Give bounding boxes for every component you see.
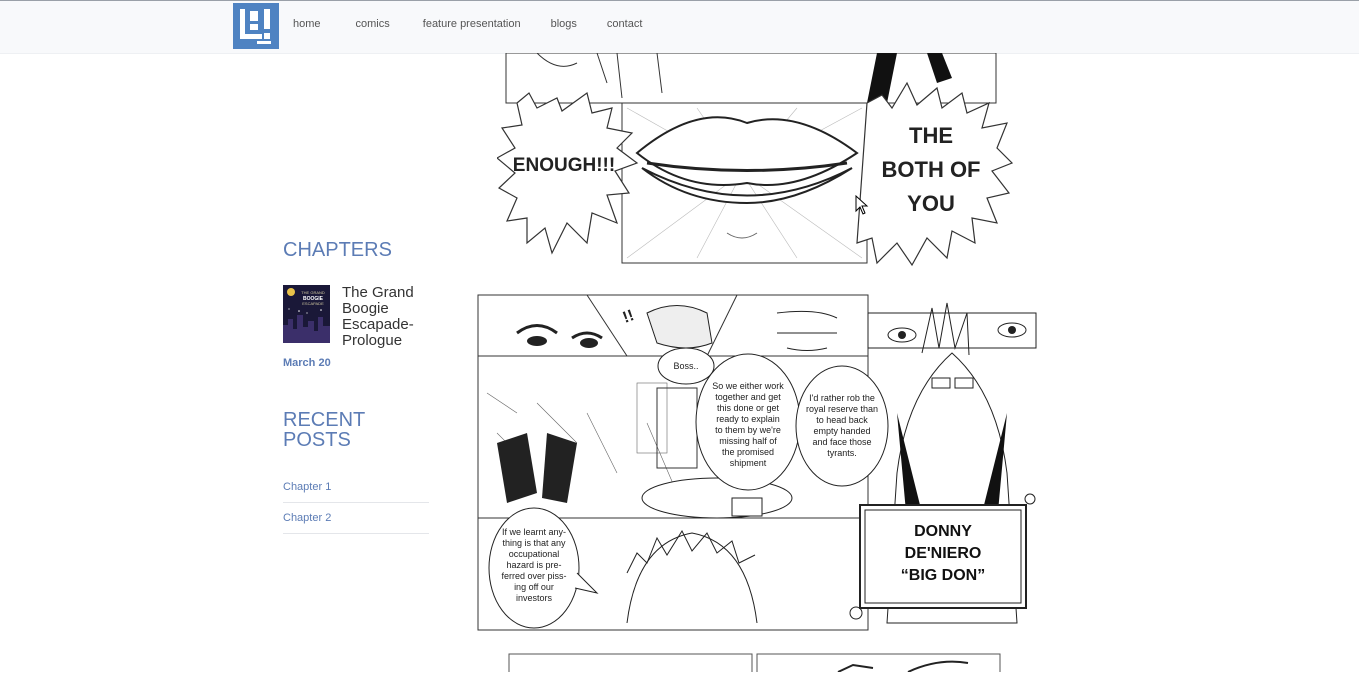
recent-posts-heading: RECENT POSTS <box>283 409 365 451</box>
svg-text:empty handed: empty handed <box>813 426 870 436</box>
svg-text:I'd rather rob the: I'd rather rob the <box>809 393 875 403</box>
chapter-date: March 20 <box>283 357 331 369</box>
svg-text:and face those: and face those <box>812 437 871 447</box>
svg-text:to head back: to head back <box>816 415 868 425</box>
svg-text:missing half of: missing half of <box>719 436 777 446</box>
comic-image-top: ENOUGH!!! THE BOTH OF YOU <box>495 52 1014 267</box>
recent-posts-list: Chapter 1 Chapter 2 <box>283 472 429 534</box>
svg-text:ferred over piss-: ferred over piss- <box>501 571 566 581</box>
nav-home[interactable]: home <box>293 18 321 30</box>
speech-boss: Boss.. <box>673 361 698 371</box>
chapter-thumbnail[interactable]: THE GRAND BOOGIE ESCAPADE <box>283 285 330 343</box>
svg-text:So we either work: So we either work <box>712 381 784 391</box>
speech-bubble-1: So we either work together and get this … <box>712 381 784 468</box>
nav-blogs[interactable]: blogs <box>551 18 577 30</box>
recent-post-chapter-2[interactable]: Chapter 2 <box>283 503 429 534</box>
svg-text:together and get: together and get <box>715 392 781 402</box>
comic-panel-middle: !! Boss.. So we either work together and… <box>477 293 1042 633</box>
svg-text:tyrants.: tyrants. <box>827 448 857 458</box>
svg-text:ready to explain: ready to explain <box>716 414 780 424</box>
thumb-text-3: ESCAPADE <box>302 301 324 306</box>
svg-text:investors: investors <box>516 593 553 603</box>
recent-post-chapter-1[interactable]: Chapter 1 <box>283 472 429 503</box>
svg-text:thing is that any: thing is that any <box>502 538 566 548</box>
chapter-item[interactable]: THE GRAND BOOGIE ESCAPADE The Grand Boog… <box>283 285 429 351</box>
comic-panel-bottom <box>508 653 1002 675</box>
svg-text:occupational: occupational <box>509 549 560 559</box>
main-nav: home comics feature presentation blogs c… <box>293 18 676 30</box>
svg-text:to them by we're: to them by we're <box>715 425 781 435</box>
bubble-the: THE <box>909 123 953 148</box>
comic-image-middle: !! Boss.. So we either work together and… <box>477 294 1037 631</box>
svg-text:royal reserve than: royal reserve than <box>806 404 878 414</box>
svg-text:ing off our: ing off our <box>514 582 554 592</box>
svg-text:this done or get: this done or get <box>717 403 780 413</box>
svg-text:the promised: the promised <box>722 447 774 457</box>
logo-icon <box>240 9 271 44</box>
site-header: home comics feature presentation blogs c… <box>0 1 1359 54</box>
name-card-1: DONNY <box>914 523 972 540</box>
comic-panel-top: ENOUGH!!! THE BOTH OF YOU <box>495 52 1014 273</box>
bubble-you: YOU <box>907 191 955 216</box>
mouse-cursor-icon <box>855 195 869 215</box>
name-card-3: “BIG DON” <box>901 567 985 584</box>
chapters-heading: CHAPTERS <box>283 239 392 261</box>
svg-text:shipment: shipment <box>730 458 767 468</box>
nav-contact[interactable]: contact <box>607 18 642 30</box>
nav-comics[interactable]: comics <box>356 18 390 30</box>
thumb-text-1: THE GRAND <box>301 290 325 295</box>
sidebar: CHAPTERS THE GRAND BOOGIE ESCAPADE The G… <box>283 239 429 534</box>
site-logo[interactable] <box>233 3 279 49</box>
bubble-both-of: BOTH OF <box>882 157 981 182</box>
bubble-enough: ENOUGH!!! <box>513 155 615 176</box>
svg-text:If we learnt any-: If we learnt any- <box>502 527 566 537</box>
nav-feature-presentation[interactable]: feature presentation <box>423 18 521 30</box>
name-card-2: DE'NIERO <box>905 545 982 562</box>
chapter-title[interactable]: The Grand Boogie Escapade- Prologue <box>342 285 432 349</box>
svg-text:hazard is pre-: hazard is pre- <box>506 560 561 570</box>
